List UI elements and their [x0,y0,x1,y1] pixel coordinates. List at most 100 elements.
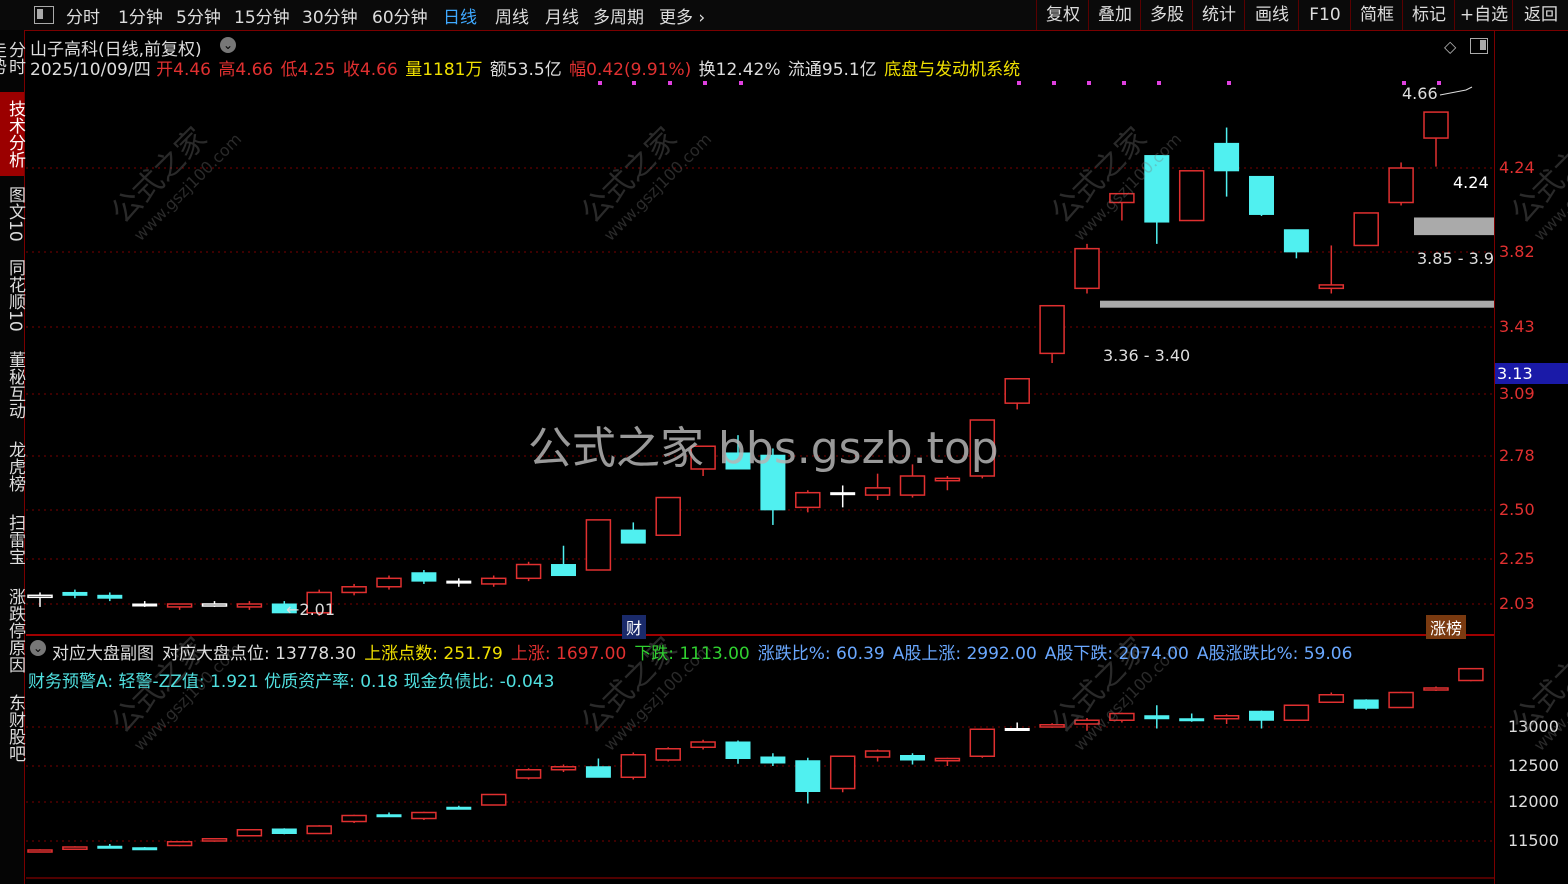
signal-dot [1017,81,1021,85]
price-axis-tick: 2.03 [1499,594,1535,613]
index-candle [236,829,263,837]
price-candle [899,475,926,496]
index-candle [1179,718,1205,722]
index-candle [1318,694,1345,703]
index-candle [62,846,88,850]
price-axis-tick: 3.09 [1499,384,1535,403]
sub-field-5: 涨跌比%: 60.39 [757,644,885,664]
index-candle [27,849,53,853]
price-candle [1178,170,1205,222]
sub-field-1: 对应大盘点位: 13778.30 [162,644,357,664]
price-candle [655,496,681,536]
high-arrow [1439,86,1473,96]
price-candle [830,492,856,496]
index-candle [97,845,123,849]
index-candle [1423,687,1449,691]
price-candle [620,529,646,544]
index-candle [376,814,402,818]
price-candle [1423,111,1449,139]
price-candle [27,594,53,599]
index-candle [306,825,332,835]
index-candle [271,828,297,834]
index-candle [341,814,367,823]
index-candle [1144,715,1170,720]
price-candle [1039,304,1065,355]
index-axis-tick: 11500 [1508,831,1559,850]
index-candle [446,806,472,810]
high-annotation: 4.66 [1402,84,1438,103]
price-candle [551,564,576,577]
price-candle [1074,247,1100,290]
sub-dropdown-icon[interactable]: ⌄ [30,640,46,656]
price-candle [1214,142,1240,172]
index-candle [411,811,437,820]
index-candle [1458,667,1484,682]
price-candle [132,603,158,607]
signal-dot [739,81,743,85]
price-axis-tick: 2.25 [1499,549,1535,568]
price-candle [480,577,507,585]
price-axis-tick: 2.50 [1499,500,1535,519]
index-axis-tick: 12500 [1508,756,1559,775]
index-candle [480,793,507,806]
price-candle [795,491,821,509]
limit-up-badge[interactable]: 涨榜 [1426,615,1467,639]
index-candle [201,838,228,842]
finance-warning-line: 财务预警A: 轻警-ZZ值: 1.921 优质资产率: 0.18 现金负债比: … [28,672,555,692]
index-axis-tick: 12000 [1508,792,1559,811]
price-axis-tick: 2.78 [1499,446,1535,465]
price-axis-tick: 3.82 [1499,242,1535,261]
price-candle [1004,377,1030,404]
index-candle [969,728,996,757]
index-candle [1249,710,1274,721]
index-candle [900,755,925,761]
sub-field-3: 上涨: 1697.00 [510,644,627,664]
price-candle [934,477,961,482]
signal-dot [1227,81,1231,85]
price-candle [62,591,88,596]
sub-field-8: A股涨跌比%: 59.06 [1196,644,1353,664]
price-candle [411,572,437,582]
signal-dot [668,81,672,85]
price-candle [97,594,123,599]
price-candle [585,519,612,571]
low-annotation: ←2.01 [286,600,336,619]
low-annotation-value: 2.01 [299,600,336,619]
signal-dot [1087,81,1091,85]
index-candle [166,841,193,847]
index-candle [620,754,647,778]
index-candle [132,847,158,851]
price-candle [341,586,367,594]
price-candle [1353,212,1379,247]
price-candle [1388,167,1414,204]
index-candle [795,760,821,792]
price-candle [376,577,402,588]
last-annotation: 4.24 [1453,173,1489,192]
index-candle [760,756,786,764]
price-candle [1318,284,1345,290]
index-candle [1213,715,1240,720]
signal-dot [1122,81,1126,85]
index-candle [934,757,961,762]
sub-field-0: 对应大盘副图 [52,644,154,664]
price-candle [1283,229,1309,253]
price-candle [864,487,891,496]
index-candle [655,748,681,761]
signal-dot [632,81,636,85]
index-candle [550,766,577,771]
signal-dot [598,81,602,85]
support-zone-upper [1414,217,1494,236]
support-zone-lower [1100,300,1494,308]
index-candle [1353,699,1379,709]
index-candle [725,741,751,759]
price-candle [515,563,542,580]
index-candle [1388,691,1414,709]
sub-indicator-line: 对应大盘副图 对应大盘点位: 13778.30 上涨点数: 251.79 上涨: 16… [52,639,1360,664]
price-candle [236,603,263,608]
price-candle [1249,175,1274,215]
index-candle [864,750,891,758]
index-candle [1004,728,1030,731]
price-candle [201,603,228,607]
price-candle [166,603,193,608]
sub-field-7: A股下跌: 2074.00 [1044,644,1189,664]
